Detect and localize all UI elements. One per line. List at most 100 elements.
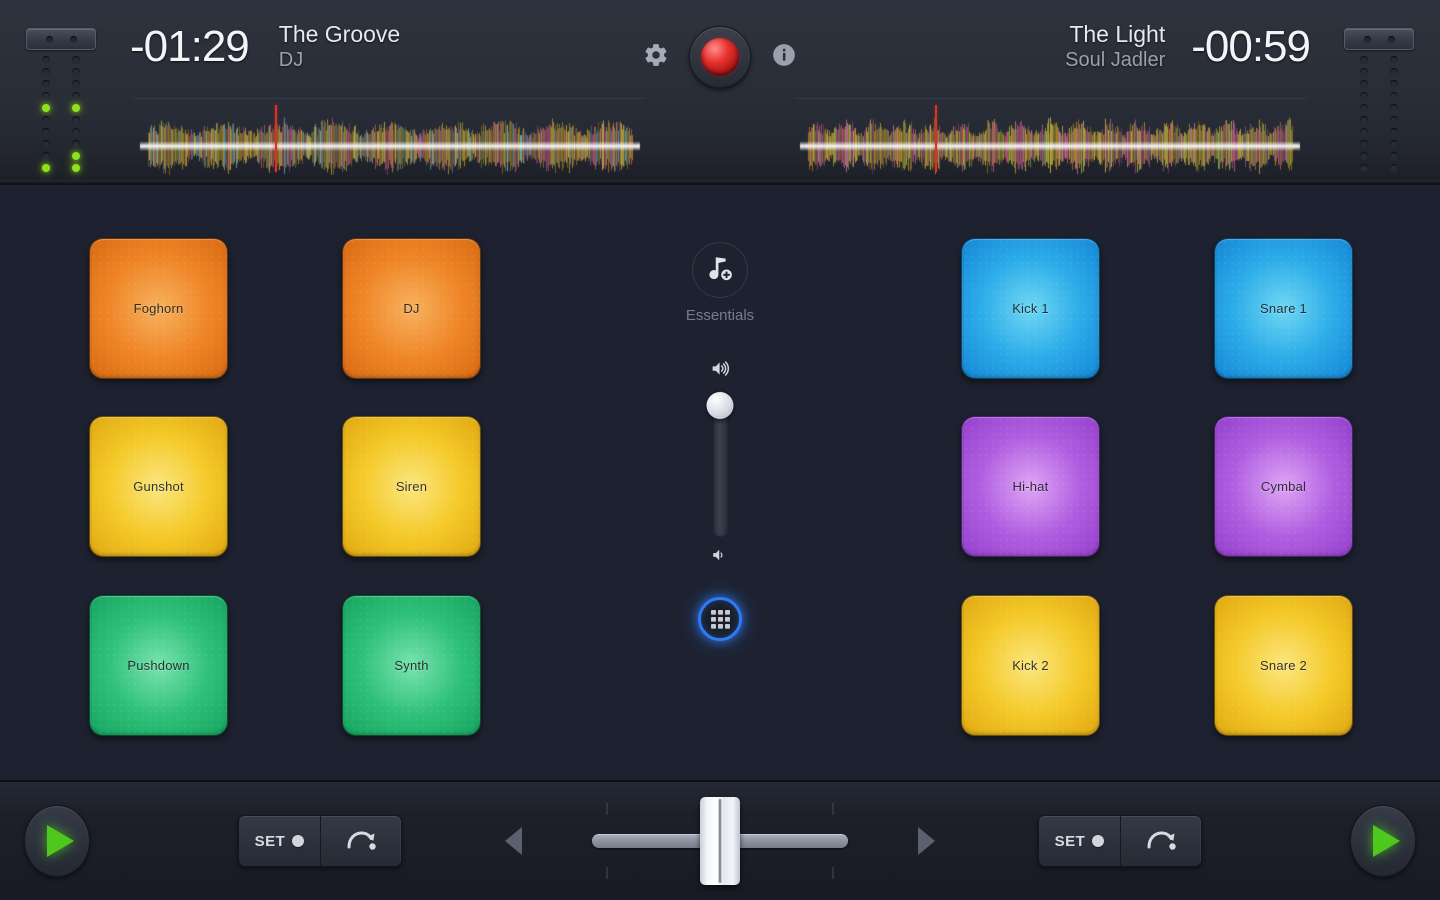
volume-slider-thumb[interactable] (707, 392, 734, 419)
vu-dot (1360, 128, 1368, 136)
crossfader-tick (832, 867, 834, 879)
deck-right-artist: Soul Jadler (1065, 50, 1165, 71)
vu-dot (72, 80, 80, 88)
sound-pad-label: Foghorn (134, 301, 184, 316)
set-label-right: SET (1055, 833, 1086, 850)
sound-pad[interactable]: Pushdown (89, 595, 228, 736)
waveform-right[interactable] (794, 98, 1306, 174)
sound-pad[interactable]: Cymbal (1214, 416, 1353, 557)
vu-dot (1390, 128, 1398, 136)
crossfader[interactable] (592, 791, 848, 891)
sound-pad[interactable]: Gunshot (89, 416, 228, 557)
deck-right-title: The Light (1065, 22, 1165, 46)
vu-dot (1390, 92, 1398, 100)
vu-dot (1390, 140, 1398, 148)
vu-dot (1390, 68, 1398, 76)
volume-slider-track[interactable] (712, 389, 729, 536)
sound-pad[interactable]: Snare 1 (1214, 238, 1353, 379)
info-icon[interactable] (771, 42, 797, 73)
record-button[interactable] (689, 26, 751, 88)
center-control-column: Essentials (635, 185, 805, 775)
sound-pad-label: Kick 1 (1012, 301, 1049, 316)
essentials-button[interactable] (692, 242, 748, 298)
vu-dot (1360, 68, 1368, 76)
vu-dot (42, 56, 50, 64)
sound-pad[interactable]: Foghorn (89, 238, 228, 379)
crossfader-tick (606, 803, 608, 815)
vu-dot (72, 140, 80, 148)
deck-info-right: The Light Soul Jadler -00:59 (1065, 22, 1310, 88)
volume-low-icon (710, 546, 730, 564)
sound-pad[interactable]: Siren (342, 416, 481, 557)
set-label-left: SET (255, 833, 286, 850)
playhead-right (935, 105, 937, 172)
crossfader-handle[interactable] (700, 797, 740, 885)
vu-dot (42, 128, 50, 136)
deck-header: -01:29 The Groove DJ The Light Soul Jadl… (0, 0, 1440, 185)
header-center-controls (643, 26, 797, 88)
vu-dot (1390, 104, 1398, 112)
vu-dot (72, 56, 80, 64)
vu-dot (1390, 116, 1398, 124)
vu-dot (72, 128, 80, 136)
vu-dot (72, 164, 80, 172)
deck-left-time: -01:29 (130, 22, 249, 72)
vu-cap-left (26, 28, 96, 50)
vu-dot (42, 80, 50, 88)
deck-right-time: -00:59 (1191, 22, 1310, 72)
sound-pad[interactable]: Hi-hat (961, 416, 1100, 557)
play-icon (1373, 825, 1400, 857)
sound-pad[interactable]: Kick 1 (961, 238, 1100, 379)
loop-return-icon (344, 826, 378, 856)
sound-pad[interactable]: DJ (342, 238, 481, 379)
transport-bar: SET SET (0, 780, 1440, 900)
vu-dots-left (40, 56, 82, 172)
grid-icon (711, 610, 730, 629)
sound-pad[interactable]: Snare 2 (1214, 595, 1353, 736)
vu-dot (42, 68, 50, 76)
play-button-left[interactable] (24, 805, 90, 877)
vu-dot (42, 116, 50, 124)
vu-meter-left (26, 28, 96, 173)
vu-dot (72, 152, 80, 160)
volume-slider-group (708, 358, 733, 569)
loop-button-left[interactable] (320, 816, 401, 866)
grid-browse-button[interactable] (698, 597, 742, 641)
vu-dot (1360, 140, 1368, 148)
deck-left-artist: DJ (279, 50, 400, 71)
gear-icon[interactable] (643, 42, 669, 73)
vu-dot (72, 116, 80, 124)
nudge-back-icon[interactable] (505, 827, 522, 855)
vu-dot (72, 92, 80, 100)
vu-dot (1360, 116, 1368, 124)
sound-pad[interactable]: Kick 2 (961, 595, 1100, 736)
waveform-left[interactable] (134, 98, 646, 174)
set-cue-button-left[interactable]: SET (239, 816, 320, 866)
sound-pad-label: Snare 2 (1260, 658, 1307, 673)
nudge-forward-icon[interactable] (918, 827, 935, 855)
vu-dot (1390, 164, 1398, 172)
vu-dots-right (1358, 56, 1400, 172)
loop-return-icon (1144, 826, 1178, 856)
vu-dot (1360, 152, 1368, 160)
vu-meter-right (1344, 28, 1414, 173)
cue-dot-icon (1092, 835, 1104, 847)
play-button-right[interactable] (1350, 805, 1416, 877)
vu-dot (72, 68, 80, 76)
vu-dot (42, 164, 50, 172)
crossfader-tick (832, 803, 834, 815)
record-icon (701, 38, 739, 76)
set-cue-button-right[interactable]: SET (1039, 816, 1120, 866)
vu-dot (42, 140, 50, 148)
vu-dot (1360, 104, 1368, 112)
loop-button-right[interactable] (1120, 816, 1201, 866)
deck-left-title: The Groove (279, 22, 400, 46)
vu-dot (42, 152, 50, 160)
vu-dot (1360, 56, 1368, 64)
sound-pad-label: Siren (396, 479, 427, 494)
vu-dot (1360, 80, 1368, 88)
sound-pad-label: Cymbal (1261, 479, 1306, 494)
sound-pad-label: Synth (394, 658, 428, 673)
sound-pad[interactable]: Synth (342, 595, 481, 736)
sound-pad-label: DJ (403, 301, 419, 316)
